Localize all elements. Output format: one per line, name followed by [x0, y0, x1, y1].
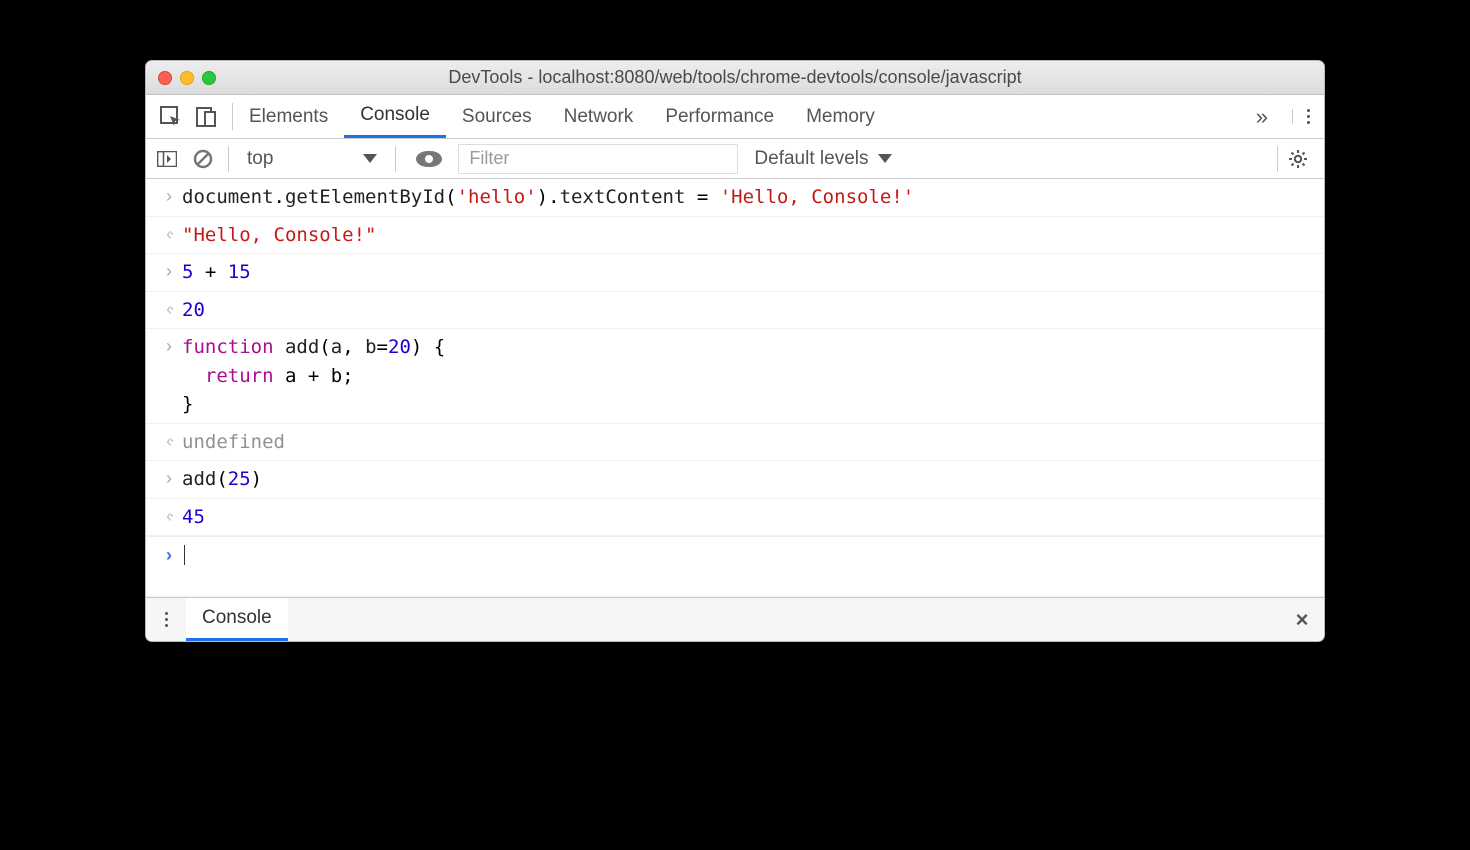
console-toolbar: top Default levels — [146, 139, 1324, 179]
console-settings-icon[interactable] — [1277, 146, 1318, 172]
output-arrow-icon: ‹⋅ — [156, 428, 182, 455]
traffic-lights — [158, 71, 216, 85]
devtools-window: DevTools - localhost:8080/web/tools/chro… — [145, 60, 1325, 642]
minimize-window-button[interactable] — [180, 71, 194, 85]
output-arrow-icon: ‹⋅ — [156, 221, 182, 248]
clear-console-icon[interactable] — [188, 149, 218, 169]
separator — [228, 146, 229, 172]
code-text: add(25) — [182, 465, 262, 494]
input-arrow-icon: › — [156, 183, 182, 210]
code-text: 45 — [182, 503, 205, 532]
log-levels-select[interactable]: Default levels — [744, 148, 902, 170]
chevron-down-icon — [363, 154, 377, 163]
console-input-row: ›add(25) — [146, 461, 1324, 499]
zoom-window-button[interactable] — [202, 71, 216, 85]
prompt-arrow-icon: › — [156, 545, 182, 566]
drawer-tab-label: Console — [202, 607, 272, 629]
drawer-tab-console[interactable]: Console — [186, 598, 288, 641]
inspect-element-icon[interactable] — [160, 106, 182, 128]
code-text: document.getElementById('hello').textCon… — [182, 183, 914, 212]
drawer: Console × — [146, 597, 1324, 641]
tab-memory[interactable]: Memory — [790, 95, 891, 138]
window-title: DevTools - localhost:8080/web/tools/chro… — [158, 67, 1312, 88]
chevron-down-icon — [878, 154, 892, 163]
execution-context-value: top — [247, 148, 273, 170]
console-output-row: ‹⋅45 — [146, 499, 1324, 537]
console-prompt-row[interactable]: › — [146, 536, 1324, 597]
close-drawer-button[interactable]: × — [1280, 598, 1324, 641]
tab-network[interactable]: Network — [548, 95, 650, 138]
inspect-toolbar — [146, 95, 232, 138]
log-levels-label: Default levels — [754, 148, 868, 170]
tabs-overflow-button[interactable]: » — [1240, 104, 1284, 130]
console-input-row: ›function add(a, b=20) { return a + b; } — [146, 329, 1324, 424]
console-input[interactable] — [182, 545, 185, 565]
code-text: function add(a, b=20) { return a + b; } — [182, 333, 445, 419]
input-arrow-icon: › — [156, 333, 182, 360]
devtools-tabbar: ElementsConsoleSourcesNetworkPerformance… — [146, 95, 1324, 139]
execution-context-select[interactable]: top — [239, 148, 385, 170]
input-arrow-icon: › — [156, 465, 182, 492]
live-expression-icon[interactable] — [416, 151, 442, 167]
input-arrow-icon: › — [156, 258, 182, 285]
tab-elements[interactable]: Elements — [233, 95, 344, 138]
code-text: 20 — [182, 296, 205, 325]
close-window-button[interactable] — [158, 71, 172, 85]
console-output: ›document.getElementById('hello').textCo… — [146, 179, 1324, 536]
code-text: "Hello, Console!" — [182, 221, 376, 250]
console-output-row: ‹⋅"Hello, Console!" — [146, 217, 1324, 255]
drawer-menu-button[interactable] — [146, 598, 186, 641]
tab-console[interactable]: Console — [344, 95, 446, 138]
toggle-console-sidebar-icon[interactable] — [152, 151, 182, 167]
output-arrow-icon: ‹⋅ — [156, 296, 182, 323]
console-output-row: ‹⋅undefined — [146, 424, 1324, 462]
code-text: undefined — [182, 428, 285, 457]
tab-performance[interactable]: Performance — [649, 95, 790, 138]
titlebar: DevTools - localhost:8080/web/tools/chro… — [146, 61, 1324, 95]
code-text: 5 + 15 — [182, 258, 251, 287]
device-toolbar-icon[interactable] — [196, 106, 218, 128]
console-input-row: ›document.getElementById('hello').textCo… — [146, 179, 1324, 217]
filter-input[interactable] — [458, 144, 738, 174]
devtools-menu-button[interactable] — [1292, 109, 1324, 124]
separator — [395, 146, 396, 172]
console-output-row: ‹⋅20 — [146, 292, 1324, 330]
output-arrow-icon: ‹⋅ — [156, 503, 182, 530]
console-input-row: ›5 + 15 — [146, 254, 1324, 292]
tab-sources[interactable]: Sources — [446, 95, 548, 138]
